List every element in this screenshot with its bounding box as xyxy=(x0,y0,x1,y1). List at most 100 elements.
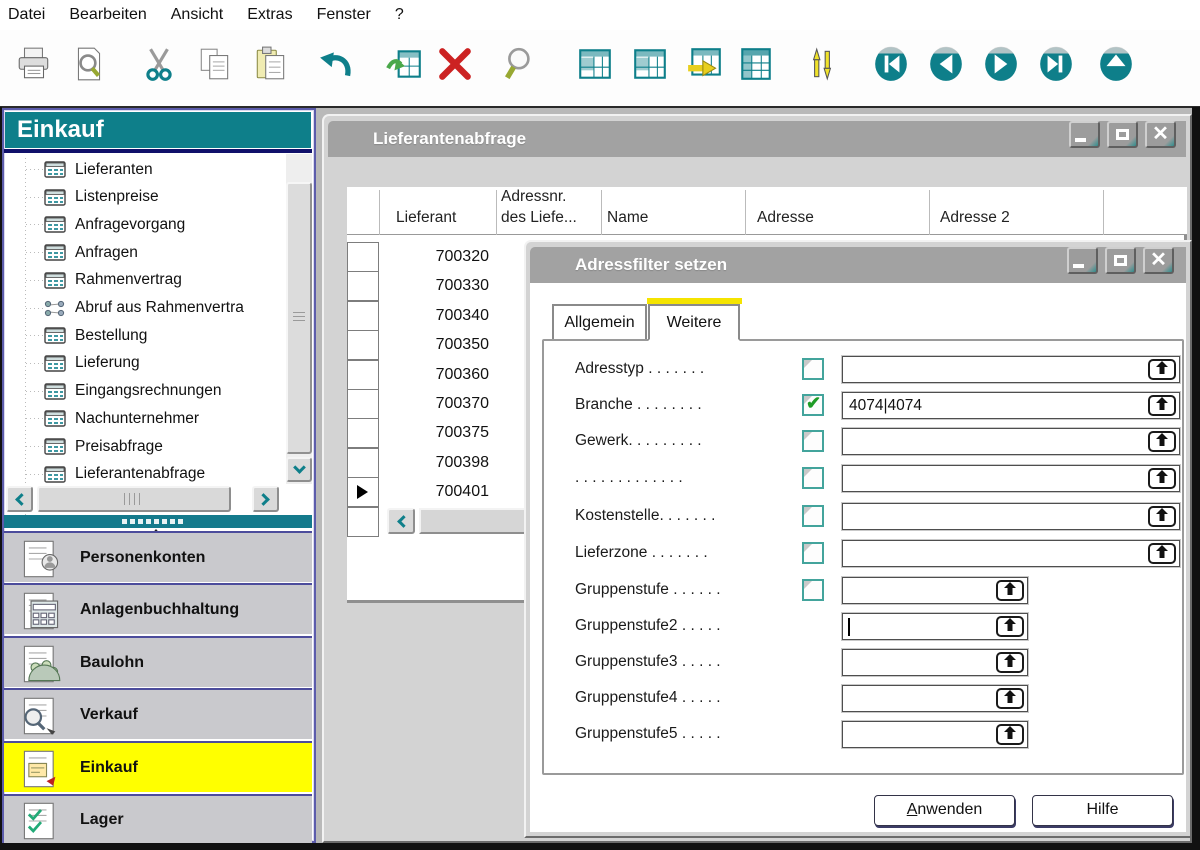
lookup-button[interactable] xyxy=(1148,468,1176,489)
sidebar-splitter[interactable] xyxy=(4,515,312,528)
row-selector[interactable] xyxy=(347,448,379,478)
module-button-baulohn[interactable]: Baulohn xyxy=(4,636,312,687)
table-row-lieferant-value[interactable]: 700320 xyxy=(379,242,491,272)
paste-toolbar-button[interactable] xyxy=(252,44,292,90)
row-selector[interactable] xyxy=(347,477,379,507)
field-checkbox[interactable] xyxy=(802,358,824,380)
hilfe-button[interactable]: Hilfe xyxy=(1032,795,1173,826)
table-row-lieferant-value[interactable]: 700340 xyxy=(379,301,491,331)
row-selector[interactable] xyxy=(347,418,379,448)
table-view-toolbar-button[interactable] xyxy=(576,44,616,90)
field-input[interactable] xyxy=(842,685,1028,712)
maximize-button[interactable] xyxy=(1105,247,1136,274)
field-input[interactable] xyxy=(842,356,1180,383)
module-button-anlagenbuchhaltung[interactable]: Anlagenbuchhaltung xyxy=(4,583,312,634)
sidebar-item-lieferanten[interactable]: Lieferanten xyxy=(12,156,282,183)
sidebar-item-anfragevorgang[interactable]: Anfragevorgang xyxy=(12,211,282,238)
minimize-button[interactable] xyxy=(1067,247,1098,274)
module-button-einkauf[interactable]: Einkauf xyxy=(4,741,312,792)
close-button[interactable]: ✕ xyxy=(1145,121,1176,148)
sidebar-item-rahmenvertrag[interactable]: Rahmenvertrag xyxy=(12,267,282,294)
field-input[interactable] xyxy=(842,465,1180,492)
column-header-lieferant[interactable]: Lieferant xyxy=(396,208,456,229)
field-checkbox[interactable] xyxy=(802,505,824,527)
maximize-button[interactable] xyxy=(1107,121,1138,148)
tree-scrollbar-thumb[interactable] xyxy=(286,182,312,454)
print-preview-toolbar-button[interactable] xyxy=(70,44,110,90)
minimize-button[interactable] xyxy=(1069,121,1100,148)
column-separator[interactable] xyxy=(601,190,602,235)
menu-item-ansicht[interactable]: Ansicht xyxy=(171,6,223,24)
field-input[interactable] xyxy=(842,577,1028,604)
table-row-lieferant-value[interactable]: 700330 xyxy=(379,271,491,301)
field-input[interactable] xyxy=(842,613,1028,640)
close-button[interactable]: ✕ xyxy=(1143,247,1174,274)
column-header-adressnr[interactable]: Adressnr. des Liefe... xyxy=(501,187,577,229)
table-row-lieferant-value[interactable]: 700375 xyxy=(379,418,491,448)
menu-item-bearbeiten[interactable]: Bearbeiten xyxy=(69,6,146,24)
lookup-button[interactable] xyxy=(1148,395,1176,416)
undo-toolbar-button[interactable] xyxy=(318,44,358,90)
tree-hscroll-thumb[interactable] xyxy=(37,486,231,512)
tab-weitere[interactable]: Weitere xyxy=(648,304,740,341)
module-button-personenkonten[interactable]: Personenkonten xyxy=(4,531,312,582)
field-checkbox[interactable] xyxy=(802,542,824,564)
field-input[interactable] xyxy=(842,540,1180,567)
table-row-lieferant-value[interactable]: 700401 xyxy=(379,477,491,507)
row-selector-new[interactable] xyxy=(347,507,379,537)
menu-item-extras[interactable]: Extras xyxy=(247,6,292,24)
sidebar-item-lieferung[interactable]: Lieferung xyxy=(12,350,282,377)
table-row-lieferant-value[interactable]: 700360 xyxy=(379,360,491,390)
table-columns-toolbar-button[interactable] xyxy=(631,44,671,90)
column-header-adresse-2[interactable]: Adresse 2 xyxy=(940,208,1010,229)
cut-toolbar-button[interactable] xyxy=(140,44,180,90)
table-row-lieferant-value[interactable]: 700370 xyxy=(379,389,491,419)
column-separator[interactable] xyxy=(1103,190,1104,235)
field-checkbox[interactable] xyxy=(802,579,824,601)
table-row-lieferant-value[interactable]: 700350 xyxy=(379,330,491,360)
nav-last-toolbar-button[interactable] xyxy=(1037,44,1077,90)
sidebar-item-preisabfrage[interactable]: Preisabfrage xyxy=(12,433,282,460)
column-header-adresse[interactable]: Adresse xyxy=(757,208,814,229)
menu-item-fenster[interactable]: Fenster xyxy=(317,6,371,24)
export-table-toolbar-button[interactable] xyxy=(386,44,426,90)
row-selector[interactable] xyxy=(347,271,379,301)
module-button-lager[interactable]: Lager xyxy=(4,794,312,843)
field-input[interactable] xyxy=(842,649,1028,676)
field-input[interactable] xyxy=(842,721,1028,748)
lookup-button[interactable] xyxy=(996,616,1024,637)
copy-toolbar-button[interactable] xyxy=(196,44,236,90)
lookup-button[interactable] xyxy=(1148,506,1176,527)
tree-hscroll-left-button[interactable] xyxy=(6,486,33,512)
sidebar-item-anfragen[interactable]: Anfragen xyxy=(12,239,282,266)
lookup-button[interactable] xyxy=(1148,359,1176,380)
column-separator[interactable] xyxy=(929,190,930,235)
field-input[interactable] xyxy=(842,503,1180,530)
column-header-name[interactable]: Name xyxy=(607,208,648,229)
lookup-button[interactable] xyxy=(1148,543,1176,564)
field-checkbox[interactable] xyxy=(802,430,824,452)
column-separator[interactable] xyxy=(379,190,380,235)
supplier-window-titlebar[interactable]: Lieferantenabfrage xyxy=(328,121,1186,157)
sidebar-item-lieferantenabfrage[interactable]: Lieferantenabfrage xyxy=(12,461,282,488)
eject-toolbar-button[interactable] xyxy=(1097,44,1137,90)
column-separator[interactable] xyxy=(745,190,746,235)
sidebar-item-bestellung[interactable]: Bestellung xyxy=(12,322,282,349)
delete-toolbar-button[interactable] xyxy=(436,44,476,90)
tree-scroll-down-button[interactable] xyxy=(286,457,312,482)
menu-item-datei[interactable]: Datei xyxy=(8,6,45,24)
field-checkbox[interactable] xyxy=(802,467,824,489)
lookup-button[interactable] xyxy=(996,688,1024,709)
anwenden-button[interactable]: Anwenden xyxy=(874,795,1015,826)
table-hscroll-left-button[interactable] xyxy=(387,508,415,534)
table-grid-toolbar-button[interactable] xyxy=(737,44,777,90)
lookup-button[interactable] xyxy=(996,724,1024,745)
search-toolbar-button[interactable] xyxy=(502,44,542,90)
row-selector[interactable] xyxy=(347,301,379,331)
sidebar-item-listenpreise[interactable]: Listenpreise xyxy=(12,184,282,211)
row-selector[interactable] xyxy=(347,360,379,390)
module-button-verkauf[interactable]: Verkauf xyxy=(4,688,312,739)
row-selector[interactable] xyxy=(347,389,379,419)
lookup-button[interactable] xyxy=(996,652,1024,673)
tab-allgemein[interactable]: Allgemein xyxy=(552,304,647,339)
